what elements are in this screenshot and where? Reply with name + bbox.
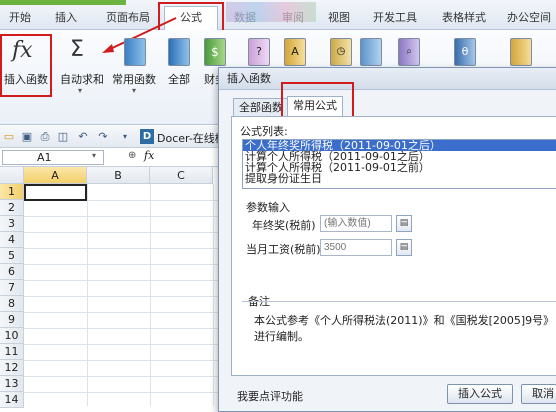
gridline [24, 248, 220, 249]
row-header-1[interactable]: 1 [0, 184, 24, 200]
row-header-8[interactable]: 8 [0, 296, 24, 312]
fx-button[interactable]: fx [144, 149, 154, 162]
gridline [87, 184, 88, 406]
common-functions-dropdown-icon[interactable]: ▾ [132, 86, 136, 95]
list-item[interactable]: 计算个人所得税（2011-09-01之后） [243, 151, 556, 162]
open-folder-icon[interactable]: ▭ [2, 130, 16, 143]
finance-button[interactable]: 财务 [204, 71, 218, 87]
bonus-label: 年终奖(税前) [252, 219, 316, 232]
row-header-13[interactable]: 13 [0, 376, 24, 392]
range-picker-icon[interactable]: ▤ [396, 239, 412, 256]
tab-table-style[interactable]: 表格样式 [436, 8, 492, 28]
dollar-book-icon[interactable]: $ [204, 38, 226, 66]
name-box-dropdown-icon[interactable]: ▾ [92, 151, 96, 160]
gridline [24, 312, 220, 313]
tab-developer[interactable]: 开发工具 [370, 8, 420, 28]
notes-divider [242, 301, 556, 302]
app-accent-strip [0, 0, 126, 5]
gridline [24, 232, 220, 233]
common-formulas-panel: 公式列表: 个人年终奖所得税（2011-09-01之后） 计算个人所得税（201… [231, 116, 556, 376]
row-header-10[interactable]: 10 [0, 328, 24, 344]
dialog-title: 插入函数 [219, 68, 556, 90]
row-header-11[interactable]: 11 [0, 344, 24, 360]
gridline [24, 392, 220, 393]
formula-list[interactable]: 个人年终奖所得税（2011-09-01之后） 计算个人所得税（2011-09-0… [242, 139, 556, 189]
formula-list-label: 公式列表: [240, 125, 288, 138]
text-book-icon[interactable]: A [284, 38, 306, 66]
all-functions-button[interactable]: 全部 [168, 71, 190, 87]
select-all-corner[interactable] [0, 167, 24, 184]
row-header-12[interactable]: 12 [0, 360, 24, 376]
print-preview-icon[interactable]: ◫ [56, 130, 70, 143]
gridline [24, 360, 220, 361]
lookup-book-icon[interactable] [360, 38, 382, 66]
book-blue-icon[interactable] [124, 38, 146, 66]
row-header-9[interactable]: 9 [0, 312, 24, 328]
salary-input[interactable] [320, 239, 392, 256]
gridline [24, 216, 220, 217]
tab-insert[interactable]: 插入 [48, 8, 84, 28]
tab-home[interactable]: 开始 [4, 8, 36, 28]
toolbar-customize-icon[interactable]: ▾ [118, 130, 132, 143]
name-box[interactable]: A1 [2, 150, 104, 165]
column-header-a[interactable]: A [24, 167, 87, 184]
gridline [24, 328, 220, 329]
common-functions-button[interactable]: 常用函数 [112, 71, 156, 87]
gridline [24, 344, 220, 345]
list-item[interactable]: 计算个人所得税（2011-09-01之前） [243, 162, 556, 173]
autosum-button[interactable]: 自动求和 [60, 71, 104, 87]
logic-book-icon[interactable]: ? [248, 38, 270, 66]
book-all-icon[interactable] [168, 38, 190, 66]
selected-cell-a1[interactable] [24, 184, 87, 201]
spreadsheet-grid: A B C 1 2 3 4 5 6 7 8 9 10 11 12 13 14 [0, 167, 220, 408]
math-book-icon[interactable]: θ [454, 38, 476, 66]
autosum-dropdown-icon[interactable]: ▾ [78, 86, 82, 95]
gridline [24, 296, 220, 297]
redo-icon[interactable]: ↷ [96, 130, 110, 143]
row-header-6[interactable]: 6 [0, 264, 24, 280]
sigma-icon[interactable]: Σ [70, 37, 84, 62]
gridline [24, 264, 220, 265]
search-book-icon[interactable]: ⌕ [398, 38, 420, 66]
insert-formula-button[interactable]: 插入公式 [447, 384, 513, 404]
undo-icon[interactable]: ↶ [76, 130, 90, 143]
list-item[interactable]: 提取身份证生日 [243, 173, 556, 184]
notes-text: 本公式参考《个人所得税法(2011)》和《国税发[2005]9号》进行编制。 [254, 314, 549, 343]
more-functions-book-icon[interactable] [510, 38, 532, 66]
column-header-b[interactable]: B [87, 167, 150, 184]
datetime-book-icon[interactable]: ◷ [330, 38, 352, 66]
print-icon[interactable]: ⎙ [38, 130, 52, 143]
fx-icon[interactable]: fx [12, 38, 33, 63]
gridline [24, 376, 220, 377]
docer-logo[interactable]: D [140, 129, 154, 144]
column-header-c[interactable]: C [150, 167, 213, 184]
save-icon[interactable]: ▣ [20, 130, 34, 143]
obscured-region [226, 2, 316, 22]
tab-office-space[interactable]: 办公空间 [502, 8, 556, 28]
salary-label: 当月工资(税前) [246, 243, 321, 256]
row-header-3[interactable]: 3 [0, 216, 24, 232]
tab-view[interactable]: 视图 [322, 8, 356, 28]
row-header-2[interactable]: 2 [0, 200, 24, 216]
list-item[interactable]: 个人年终奖所得税（2011-09-01之后） [243, 140, 556, 151]
insert-function-dialog: 插入函数 全部函数 常用公式 公式列表: 个人年终奖所得税（2011-09-01… [218, 67, 556, 412]
row-header-7[interactable]: 7 [0, 280, 24, 296]
params-group-label: 参数输入 [246, 201, 290, 214]
range-picker-icon[interactable]: ▤ [396, 215, 412, 232]
insert-function-button[interactable]: 插入函数 [4, 71, 48, 87]
cancel-button[interactable]: 取消 [521, 384, 556, 404]
row-header-4[interactable]: 4 [0, 232, 24, 248]
gridline [24, 280, 220, 281]
gridline [213, 184, 214, 406]
gridline [150, 184, 151, 406]
row-header-5[interactable]: 5 [0, 248, 24, 264]
feedback-link[interactable]: 我要点评功能 [237, 388, 303, 404]
bonus-input[interactable] [320, 215, 392, 232]
zoom-search-icon[interactable]: ⊕ [128, 150, 136, 161]
